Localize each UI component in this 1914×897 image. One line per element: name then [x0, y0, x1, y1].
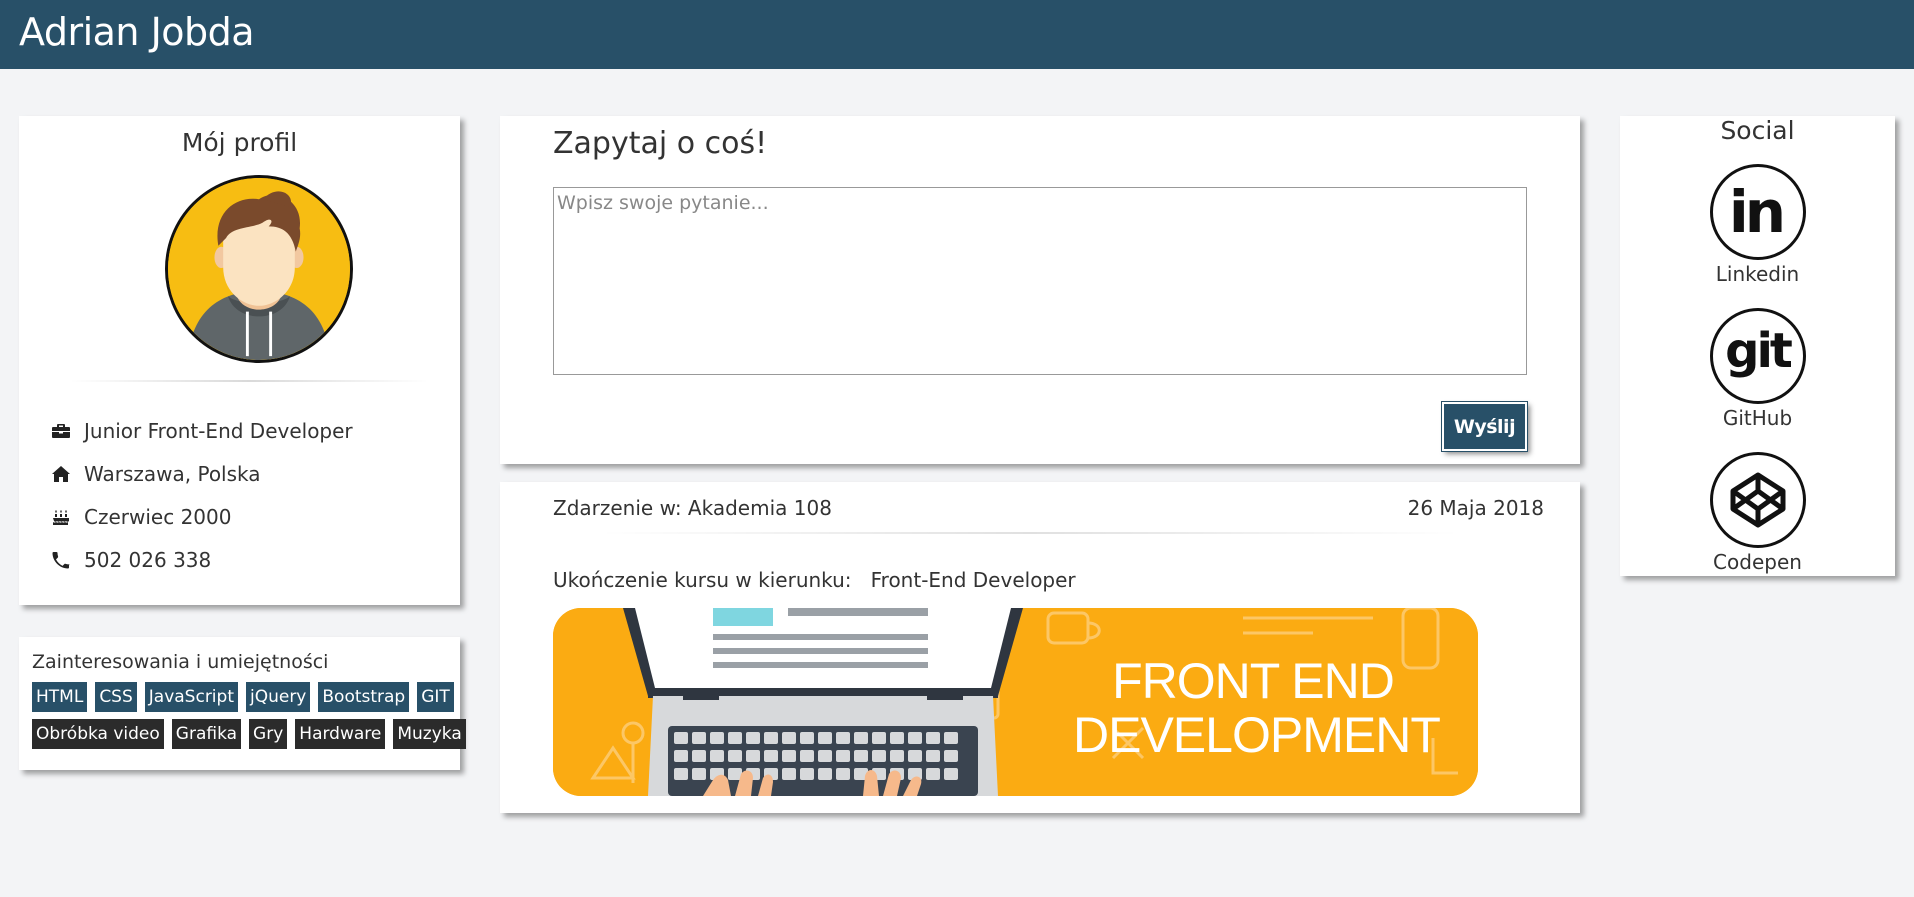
tag-css: CSS — [95, 682, 137, 712]
codepen-icon[interactable] — [1709, 452, 1806, 548]
social-github-label[interactable]: GitHub — [1620, 406, 1895, 430]
hobby-tags-row: Obróbka video Grafika Gry Hardware Muzyk… — [32, 719, 466, 749]
info-job: Junior Front-End Developer — [50, 419, 353, 443]
avatar — [165, 175, 353, 363]
social-card: Social in Linkedin git GitHub Codepen — [1620, 116, 1895, 576]
tag-javascript: JavaScript — [144, 682, 238, 712]
info-phone: 502 026 338 — [50, 548, 211, 572]
info-birthday: Czerwiec 2000 — [50, 505, 231, 529]
social-title: Social — [1720, 116, 1795, 145]
social-codepen[interactable]: Codepen — [1620, 452, 1895, 574]
tag-graphics: Grafika — [171, 719, 242, 749]
event-banner-image: FRONT END DEVELOPMENT — [553, 608, 1478, 796]
event-card: Zdarzenie w: Akademia 108 26 Maja 2018 U… — [500, 482, 1580, 813]
phone-icon — [50, 549, 72, 571]
question-textarea[interactable] — [553, 187, 1527, 375]
profile-title: Mój profil — [181, 128, 298, 157]
tag-games: Gry — [249, 719, 288, 749]
briefcase-icon — [50, 420, 72, 442]
profile-card: Mój profil Junior Front-End Developer Wa… — [19, 116, 460, 605]
github-icon[interactable]: git — [1709, 308, 1806, 404]
info-birthday-text: Czerwiec 2000 — [84, 505, 232, 529]
info-phone-text: 502 026 338 — [84, 548, 212, 572]
social-github[interactable]: git GitHub — [1620, 308, 1895, 430]
top-navbar: Adrian Jobda — [0, 0, 1914, 69]
banner-title: FRONT END DEVELOPMENT — [1073, 653, 1441, 763]
skills-card: Zainteresowania i umiejętności HTML CSS … — [19, 637, 466, 770]
event-description: Ukończenie kursu w kierunku: Front-End D… — [553, 568, 1076, 592]
social-linkedin-label[interactable]: Linkedin — [1620, 262, 1895, 286]
tag-video-editing: Obróbka video — [32, 719, 164, 749]
info-location: Warszawa, Polska — [50, 462, 261, 486]
info-location-text: Warszawa, Polska — [84, 462, 261, 486]
tag-hardware: Hardware — [295, 719, 386, 749]
home-icon — [50, 463, 72, 485]
profile-divider — [69, 380, 429, 382]
social-codepen-label[interactable]: Codepen — [1620, 550, 1895, 574]
tag-git: GIT — [417, 682, 454, 712]
tech-tags-row: HTML CSS JavaScript jQuery Bootstrap GIT — [32, 682, 462, 712]
send-button[interactable]: Wyślij — [1441, 401, 1528, 452]
banner-line-1: FRONT END — [1112, 653, 1395, 709]
brand-title[interactable]: Adrian Jobda — [19, 10, 255, 54]
event-divider — [600, 532, 1460, 534]
event-date: 26 Maja 2018 — [1407, 496, 1544, 520]
banner-line-2: DEVELOPMENT — [1073, 707, 1441, 763]
tag-music: Muzyka — [393, 719, 466, 749]
tag-jquery: jQuery — [245, 682, 311, 712]
skills-title: Zainteresowania i umiejętności — [32, 651, 329, 673]
skills-tags: HTML CSS JavaScript jQuery Bootstrap GIT… — [32, 682, 466, 756]
tag-html: HTML — [32, 682, 88, 712]
tag-bootstrap: Bootstrap — [318, 682, 410, 712]
ask-title: Zapytaj o coś! — [553, 126, 768, 161]
social-linkedin[interactable]: in Linkedin — [1620, 164, 1895, 286]
ask-question-card: Zapytaj o coś! Wyślij — [500, 116, 1580, 464]
linkedin-icon[interactable]: in — [1709, 164, 1806, 260]
info-job-text: Junior Front-End Developer — [84, 419, 353, 443]
birthday-cake-icon — [50, 506, 72, 528]
avatar-image — [168, 178, 350, 360]
event-place: Zdarzenie w: Akademia 108 — [553, 496, 832, 520]
